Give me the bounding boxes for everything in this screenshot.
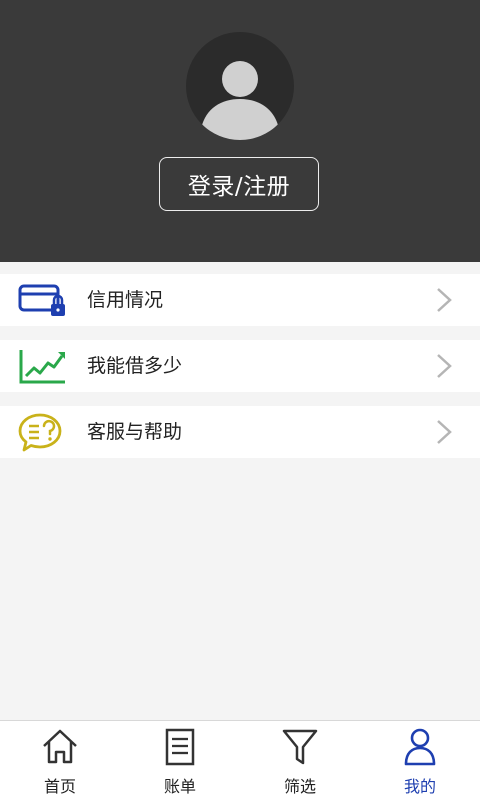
menu-item-label: 信用情况	[87, 289, 164, 311]
help-chat-icon	[18, 413, 62, 452]
tab-filter[interactable]: 筛选	[240, 721, 360, 800]
avatar[interactable]	[186, 32, 294, 140]
default-avatar-icon	[200, 61, 280, 140]
tab-label: 首页	[43, 777, 76, 796]
menu-item-borrow-amount[interactable]: 我能借多少	[0, 340, 480, 392]
menu-item-help[interactable]: 客服与帮助	[0, 406, 480, 458]
menu-item-credit[interactable]: 信用情况	[0, 274, 480, 326]
profile-header: 登录/注册	[0, 0, 480, 262]
bottom-tab-bar: 首页 账单 筛选 我的	[0, 720, 480, 800]
bill-icon	[165, 728, 195, 766]
menu-item-label: 我能借多少	[87, 355, 183, 377]
chevron-right-icon	[437, 288, 452, 312]
tab-bill[interactable]: 账单	[120, 721, 240, 800]
tab-label: 账单	[163, 777, 196, 796]
home-icon	[43, 729, 77, 764]
growth-chart-icon	[19, 350, 65, 384]
my-page-screen: 登录/注册 信用情况 我能借多少 客服与帮助 首页 账单 筛选 我的	[0, 0, 480, 800]
menu-item-label: 客服与帮助	[87, 421, 183, 443]
chevron-right-icon	[437, 354, 452, 378]
tab-home[interactable]: 首页	[0, 721, 120, 800]
filter-icon	[282, 729, 318, 765]
credit-card-lock-icon	[18, 284, 65, 316]
login-register-button[interactable]: 登录/注册	[159, 157, 319, 211]
tab-mine[interactable]: 我的	[360, 721, 480, 800]
chevron-right-icon	[437, 420, 452, 444]
user-icon	[404, 728, 436, 766]
tab-label: 我的	[403, 777, 436, 796]
tab-label: 筛选	[283, 777, 316, 796]
